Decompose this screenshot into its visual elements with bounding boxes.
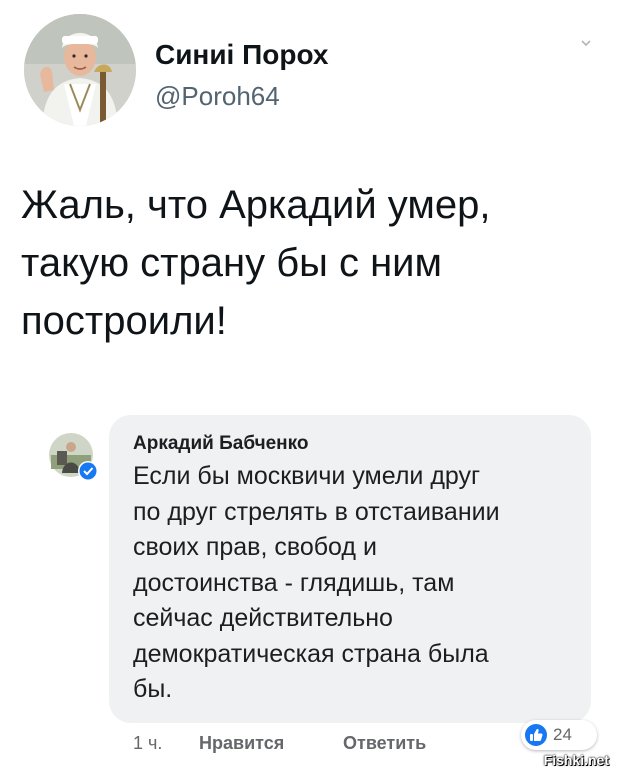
- chevron-down-icon[interactable]: [579, 36, 593, 50]
- reaction-count: 24: [553, 725, 572, 744]
- like-button[interactable]: Нравится: [199, 731, 284, 755]
- reply-button[interactable]: Ответить: [343, 731, 426, 755]
- commenter-avatar-image: [49, 433, 98, 481]
- comment-text: Если бы москвичи умели друг по друг стре…: [133, 462, 500, 703]
- tweet-text: Жаль, что Аркадий умер, такую страну бы …: [21, 183, 491, 343]
- comment-author-name[interactable]: Аркадий Бабченко: [133, 432, 309, 455]
- avatar-portrait-image: [24, 14, 136, 126]
- comment-timestamp[interactable]: 1 ч.: [133, 731, 162, 755]
- author-avatar[interactable]: [24, 14, 136, 126]
- author-name[interactable]: Синиі Порох: [155, 38, 328, 72]
- reaction-summary[interactable]: 24: [521, 720, 597, 750]
- tweet-header: Синиі Порох @Poroh64: [24, 14, 593, 126]
- thumbs-up-icon: [525, 724, 547, 746]
- watermark-text: Fishki.net: [543, 752, 609, 768]
- commenter-avatar[interactable]: [49, 433, 99, 483]
- comment-bubble: Аркадий Бабченко Если бы москвичи умели …: [109, 415, 591, 723]
- author-handle[interactable]: @Poroh64: [155, 80, 280, 112]
- screenshot-page: Синиі Порох @Poroh64 Жаль, что Аркадий у…: [0, 0, 617, 774]
